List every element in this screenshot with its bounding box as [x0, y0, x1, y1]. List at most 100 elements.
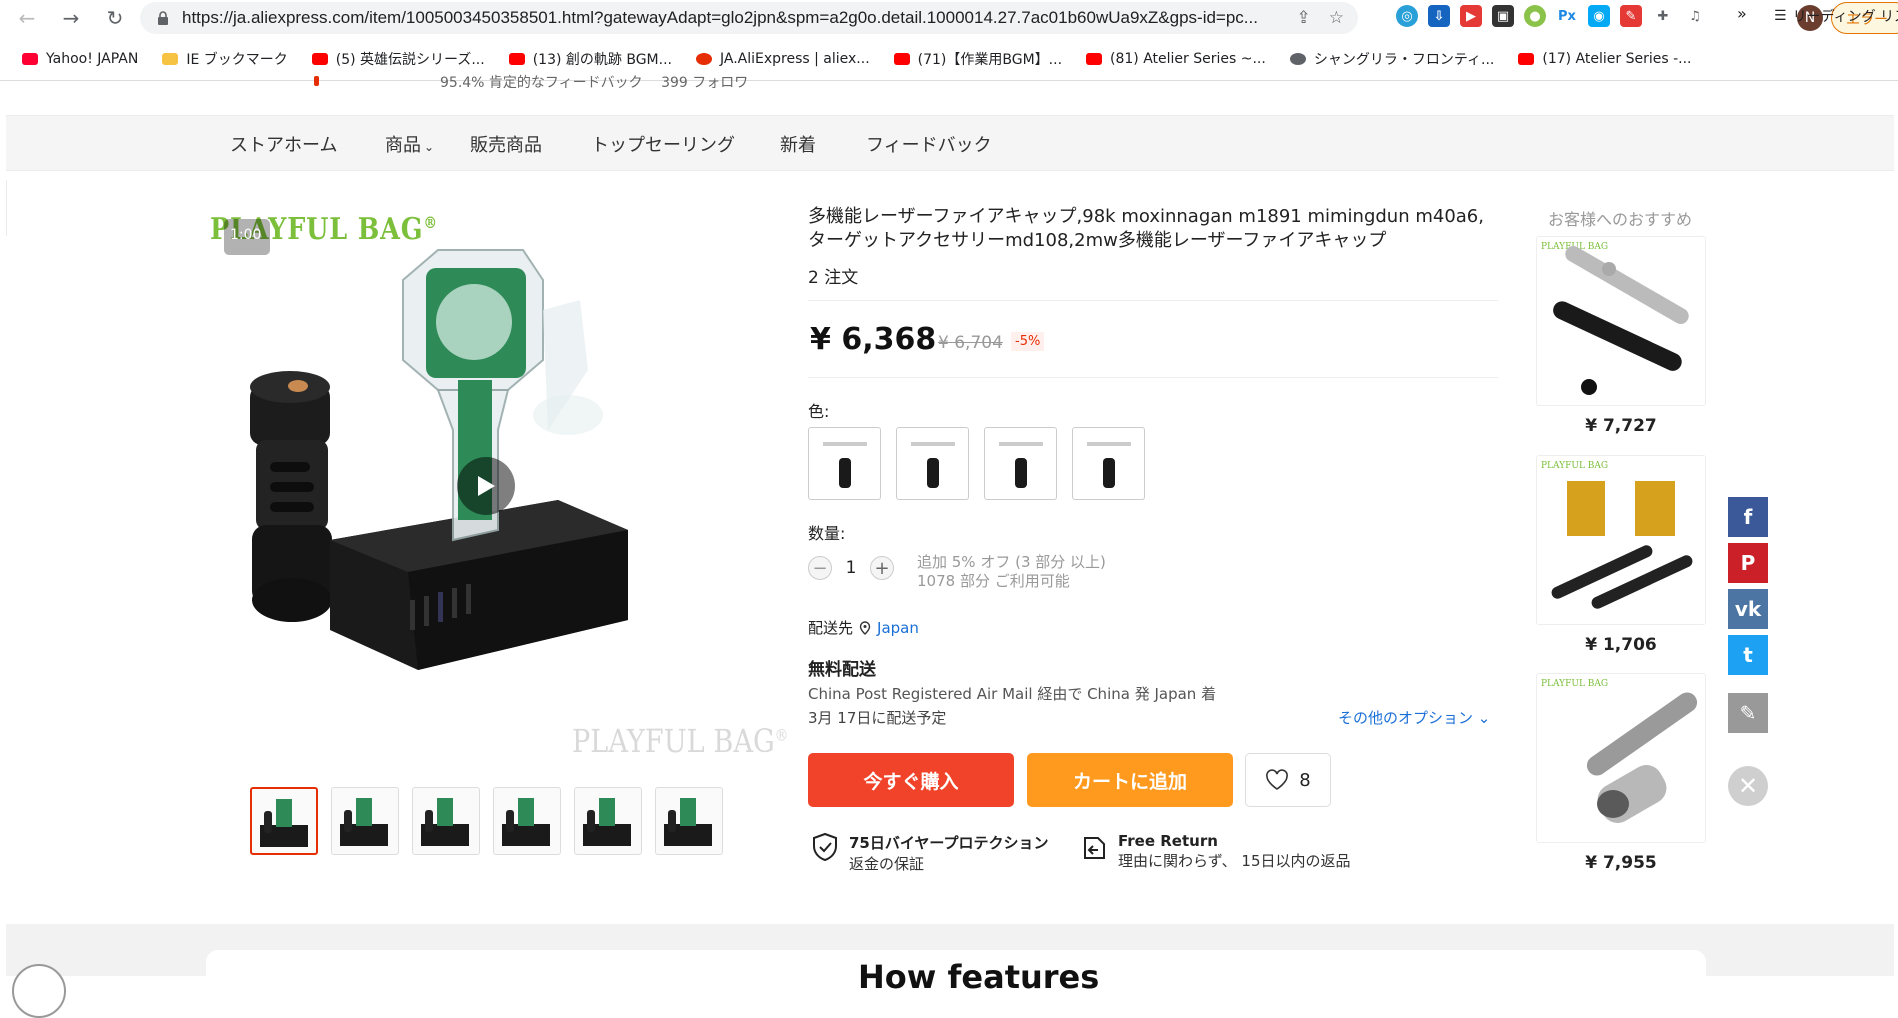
store-positive: 95.4% 肯定的なフィードバック: [440, 75, 643, 91]
color-option[interactable]: [984, 427, 1057, 500]
bookmark-item[interactable]: (13) 創の軌跡 BGM...: [508, 49, 672, 69]
color-option[interactable]: [896, 427, 969, 500]
pen-ext-icon[interactable]: ✎: [1620, 5, 1642, 27]
shield-check-icon: [813, 832, 837, 862]
gallery-thumbnail[interactable]: [331, 787, 399, 855]
nav-new[interactable]: 新着: [780, 131, 816, 157]
star-icon[interactable]: ☆: [1329, 8, 1344, 28]
gallery-thumbnail[interactable]: [412, 787, 480, 855]
image-ext-icon[interactable]: ▣: [1492, 5, 1514, 27]
back-icon[interactable]: ←: [14, 5, 40, 31]
toolbar-divider: [0, 80, 1898, 81]
gallery-thumbnail[interactable]: [493, 787, 561, 855]
extensions-bar: ◎ ⇩ ▶ ▣ ● Px ◉ ✎ ✚ ♫: [1396, 5, 1706, 27]
recommend-price: ¥ 7,955: [1585, 853, 1657, 873]
more-shipping-options-link[interactable]: その他のオプション ⌄: [1338, 707, 1490, 728]
qty-minus-button[interactable]: −: [808, 556, 832, 580]
chevron-down-icon: ⌄: [424, 140, 435, 154]
recommend-title: お客様へのおすすめ: [1548, 210, 1693, 229]
youtube-icon: [893, 53, 910, 65]
ship-to-country-link[interactable]: Japan: [877, 619, 919, 637]
download-icon[interactable]: ⇩: [1428, 5, 1450, 27]
recommend-image[interactable]: PLAYFUL BAG: [1536, 673, 1706, 843]
qty-note: 追加 5% オフ (3 部分 以上) 1078 部分 ご利用可能: [917, 553, 1106, 591]
buy-now-button[interactable]: 今すぐ購入: [808, 753, 1014, 807]
left-edge-line: [6, 180, 7, 236]
section-heading: How features: [858, 958, 1100, 996]
qty-value[interactable]: 1: [832, 558, 870, 578]
url-text[interactable]: https://ja.aliexpress.com/item/100500345…: [182, 8, 1297, 28]
youtube-icon: [1518, 53, 1535, 65]
return-title: Free Return: [1118, 832, 1218, 850]
color-label: 色:: [808, 402, 830, 421]
watermark-reg: ®: [774, 725, 789, 745]
color-options: [808, 427, 1145, 500]
heart-icon: [1266, 769, 1289, 790]
ship-to-label: 配送先: [808, 619, 854, 637]
thumbnail-strip: [250, 787, 723, 855]
nav-products[interactable]: 商品 ⌄: [385, 131, 434, 157]
nav-store-home[interactable]: ストアホーム: [230, 131, 337, 157]
globe-ext-icon[interactable]: ●: [1524, 5, 1546, 27]
bookmark-item[interactable]: (71)【作業用BGM】...: [893, 49, 1062, 69]
youtube-ext-icon[interactable]: ▶: [1460, 5, 1482, 27]
wishlist-button[interactable]: 8: [1245, 753, 1331, 807]
facebook-icon[interactable]: f: [1728, 497, 1768, 537]
nav-top-selling[interactable]: トップセーリング: [591, 131, 735, 157]
bookmark-item[interactable]: (81) Atelier Series ~...: [1086, 51, 1266, 67]
delivery-date: 3月 17日に配送予定: [808, 709, 947, 727]
video-time-badge: 1:00: [224, 219, 270, 255]
camera-ext-icon[interactable]: ◉: [1588, 5, 1610, 27]
store-followers: 399 フォロワ: [661, 75, 749, 91]
aliexpress-icon: [695, 53, 712, 65]
chevron-down-icon: ⌄: [1477, 709, 1491, 727]
nav-feedback[interactable]: フィードバック: [866, 131, 992, 157]
color-option[interactable]: [808, 427, 881, 500]
reading-list[interactable]: ☰ リーディング リス: [1774, 6, 1898, 26]
puzzle-icon[interactable]: ✚: [1652, 5, 1674, 27]
help-icon[interactable]: [12, 964, 66, 1018]
share-icon[interactable]: ⇪: [1297, 8, 1311, 28]
quantity-label: 数量:: [808, 524, 846, 543]
gallery-thumbnail[interactable]: [655, 787, 723, 855]
muzzle-brake-image: [250, 371, 332, 622]
bookmark-item[interactable]: IE ブックマーク: [162, 49, 288, 69]
extension-icon[interactable]: ◎: [1396, 5, 1418, 27]
reload-icon[interactable]: ↻: [102, 5, 128, 31]
bookmark-item[interactable]: JA.AliExpress | aliex...: [695, 51, 870, 67]
close-icon[interactable]: ✕: [1728, 766, 1768, 806]
play-video-button[interactable]: [457, 457, 515, 515]
pinterest-icon[interactable]: P: [1728, 543, 1768, 583]
bookmark-item[interactable]: (5) 英雄伝説シリーズ...: [311, 49, 485, 69]
forward-icon[interactable]: →: [58, 5, 84, 31]
qty-plus-button[interactable]: +: [870, 556, 894, 580]
recommend-image[interactable]: PLAYFUL BAG: [1536, 236, 1706, 406]
watermark-logo: PLAYFUL BAG®: [572, 722, 788, 760]
edit-icon[interactable]: ✎: [1728, 693, 1768, 733]
gallery-thumbnail[interactable]: [250, 787, 318, 855]
free-return: Free Return 理由に関わらず、 15日以内の返品: [1080, 832, 1351, 871]
svg-text:PLAYFUL BAG: PLAYFUL BAG: [1541, 461, 1608, 471]
twitter-icon[interactable]: t: [1728, 635, 1768, 675]
media-icon[interactable]: ♫: [1684, 5, 1706, 27]
youtube-icon: [508, 53, 525, 65]
bookmark-item[interactable]: シャングリラ・フロンティ...: [1289, 49, 1494, 69]
bookmark-item[interactable]: (17) Atelier Series -...: [1518, 51, 1692, 67]
bookmarks-bar: Yahoo! JAPAN IE ブックマーク (5) 英雄伝説シリーズ... (13)…: [0, 44, 1898, 74]
color-option[interactable]: [1072, 427, 1145, 500]
gallery-thumbnail[interactable]: [574, 787, 642, 855]
quantity-stepper: − 1 +: [808, 556, 894, 580]
vk-icon[interactable]: vk: [1728, 589, 1768, 629]
recommend-image[interactable]: PLAYFUL BAG: [1536, 455, 1706, 625]
bookmark-label: IE ブックマーク: [186, 52, 288, 68]
add-to-cart-button[interactable]: カートに追加: [1027, 753, 1233, 807]
nav-on-sale[interactable]: 販売商品: [470, 131, 542, 157]
bookmark-item[interactable]: Yahoo! JAPAN: [22, 51, 138, 67]
px-ext-icon[interactable]: Px: [1556, 5, 1578, 27]
address-bar[interactable]: https://ja.aliexpress.com/item/100500345…: [140, 2, 1358, 34]
recommend-item[interactable]: PLAYFUL BAG ¥ 7,955: [1536, 673, 1706, 873]
recommend-item[interactable]: PLAYFUL BAG ¥ 1,706: [1536, 455, 1706, 655]
bookmarks-more-icon[interactable]: »: [1737, 4, 1747, 23]
recommend-item[interactable]: PLAYFUL BAG ¥ 7,727: [1536, 236, 1706, 436]
product-title: 多機能レーザーファイアキャップ,98k moxinnagan m1891 mim…: [808, 206, 1484, 251]
